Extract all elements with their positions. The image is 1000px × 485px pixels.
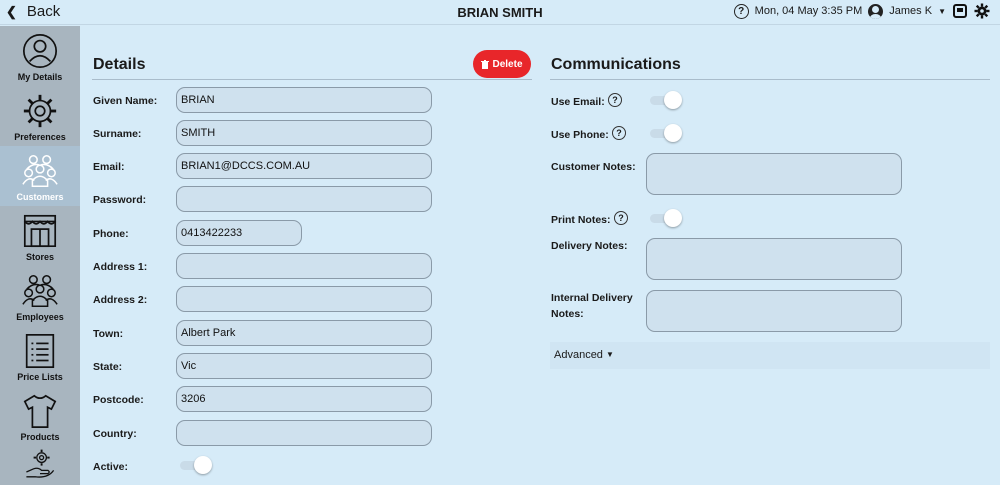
address2-label: Address 2: bbox=[93, 294, 148, 306]
use-phone-label: Use Phone: bbox=[551, 129, 609, 141]
surname-field[interactable]: SMITH bbox=[176, 120, 432, 146]
communications-title: Communications bbox=[551, 56, 681, 73]
user-avatar-icon[interactable] bbox=[868, 3, 884, 19]
internal-delivery-label-line1: Internal Delivery bbox=[551, 292, 633, 304]
use-phone-help-icon[interactable]: ? bbox=[612, 126, 626, 140]
price-list-icon bbox=[25, 333, 55, 369]
tshirt-icon bbox=[23, 394, 57, 429]
advanced-toggle[interactable]: Advanced ▼ bbox=[550, 342, 990, 369]
sidebar-item-label: Stores bbox=[25, 252, 54, 262]
password-field[interactable] bbox=[176, 186, 432, 212]
sidebar-item-employees[interactable]: Employees bbox=[0, 266, 80, 326]
top-right-info: ? Mon, 04 May 3:35 PM James K ▼ bbox=[733, 3, 990, 19]
register-icon[interactable] bbox=[952, 3, 968, 19]
customer-notes-field[interactable] bbox=[646, 153, 902, 195]
use-email-toggle[interactable] bbox=[650, 91, 682, 109]
user-name[interactable]: James K bbox=[889, 5, 932, 17]
sidebar-item-products[interactable]: Products bbox=[0, 386, 80, 446]
sidebar-item-price-lists[interactable]: Price Lists bbox=[0, 326, 80, 386]
print-notes-help-icon[interactable]: ? bbox=[614, 211, 628, 225]
surname-label: Surname: bbox=[93, 128, 142, 140]
phone-field[interactable]: 0413422233 bbox=[176, 220, 302, 246]
advanced-label: Advanced bbox=[554, 349, 603, 361]
caret-down-icon[interactable]: ▼ bbox=[938, 7, 946, 16]
delete-button[interactable]: Delete bbox=[473, 50, 531, 78]
datetime-text: Mon, 04 May 3:35 PM bbox=[754, 5, 863, 17]
use-email-label: Use Email: bbox=[551, 96, 605, 108]
postcode-label: Postcode: bbox=[93, 394, 144, 406]
gear-icon bbox=[23, 94, 57, 128]
email-field[interactable]: BRIAN1@DCCS.COM.AU bbox=[176, 153, 432, 179]
country-label: Country: bbox=[93, 428, 137, 440]
active-toggle[interactable] bbox=[180, 456, 212, 474]
delete-label: Delete bbox=[492, 58, 523, 70]
state-label: State: bbox=[93, 361, 123, 373]
print-notes-label: Print Notes: bbox=[551, 214, 611, 226]
store-icon bbox=[23, 214, 57, 248]
postcode-field[interactable]: 3206 bbox=[176, 386, 432, 412]
communications-divider bbox=[550, 79, 990, 80]
town-label: Town: bbox=[93, 328, 124, 340]
hand-gear-icon bbox=[26, 449, 55, 478]
sidebar-item-services[interactable] bbox=[0, 446, 80, 485]
email-label: Email: bbox=[93, 161, 125, 173]
sidebar-item-stores[interactable]: Stores bbox=[0, 206, 80, 266]
internal-delivery-notes-field[interactable] bbox=[646, 290, 902, 332]
state-field[interactable]: Vic bbox=[176, 353, 432, 379]
delivery-notes-label: Delivery Notes: bbox=[551, 240, 628, 252]
use-phone-toggle[interactable] bbox=[650, 124, 682, 142]
top-bar: ❮ Back BRIAN SMITH ? Mon, 04 May 3:35 PM… bbox=[0, 0, 1000, 25]
sidebar-item-my-details[interactable]: My Details bbox=[0, 26, 80, 86]
address1-label: Address 1: bbox=[93, 261, 148, 273]
sidebar-item-label: My Details bbox=[17, 72, 63, 82]
sidebar-item-label: Employees bbox=[16, 312, 64, 322]
address2-field[interactable] bbox=[176, 286, 432, 312]
sidebar-item-customers[interactable]: Customers bbox=[0, 146, 80, 206]
main-content: Details Delete Given Name: BRIAN Surname… bbox=[80, 26, 1000, 485]
password-label: Password: bbox=[93, 194, 147, 206]
customers-group-icon bbox=[22, 155, 58, 187]
given-name-label: Given Name: bbox=[93, 95, 158, 107]
town-field[interactable]: Albert Park bbox=[176, 320, 432, 346]
phone-label: Phone: bbox=[93, 228, 129, 240]
active-label: Active: bbox=[93, 461, 129, 473]
delivery-notes-field[interactable] bbox=[646, 238, 902, 280]
sidebar-item-label: Preferences bbox=[14, 132, 66, 142]
sidebar: My Details Preferences Customers Stores … bbox=[0, 26, 80, 485]
employees-group-icon bbox=[22, 275, 58, 307]
sidebar-item-label: Products bbox=[20, 432, 60, 442]
caret-down-icon: ▼ bbox=[605, 350, 614, 359]
help-icon[interactable]: ? bbox=[733, 3, 749, 19]
sidebar-item-preferences[interactable]: Preferences bbox=[0, 86, 80, 146]
sidebar-item-label: Customers bbox=[16, 192, 64, 202]
use-email-help-icon[interactable]: ? bbox=[608, 93, 622, 107]
settings-gear-icon[interactable] bbox=[974, 3, 990, 19]
internal-delivery-label-line2: Notes: bbox=[551, 308, 584, 320]
customer-notes-label: Customer Notes: bbox=[551, 161, 636, 173]
given-name-field[interactable]: BRIAN bbox=[176, 87, 432, 113]
trash-icon bbox=[481, 59, 490, 69]
country-field[interactable] bbox=[176, 420, 432, 446]
address1-field[interactable] bbox=[176, 253, 432, 279]
user-circle-icon bbox=[22, 33, 58, 69]
details-divider bbox=[92, 79, 532, 80]
details-title: Details bbox=[93, 56, 146, 73]
print-notes-toggle[interactable] bbox=[650, 209, 682, 227]
sidebar-item-label: Price Lists bbox=[17, 372, 63, 382]
